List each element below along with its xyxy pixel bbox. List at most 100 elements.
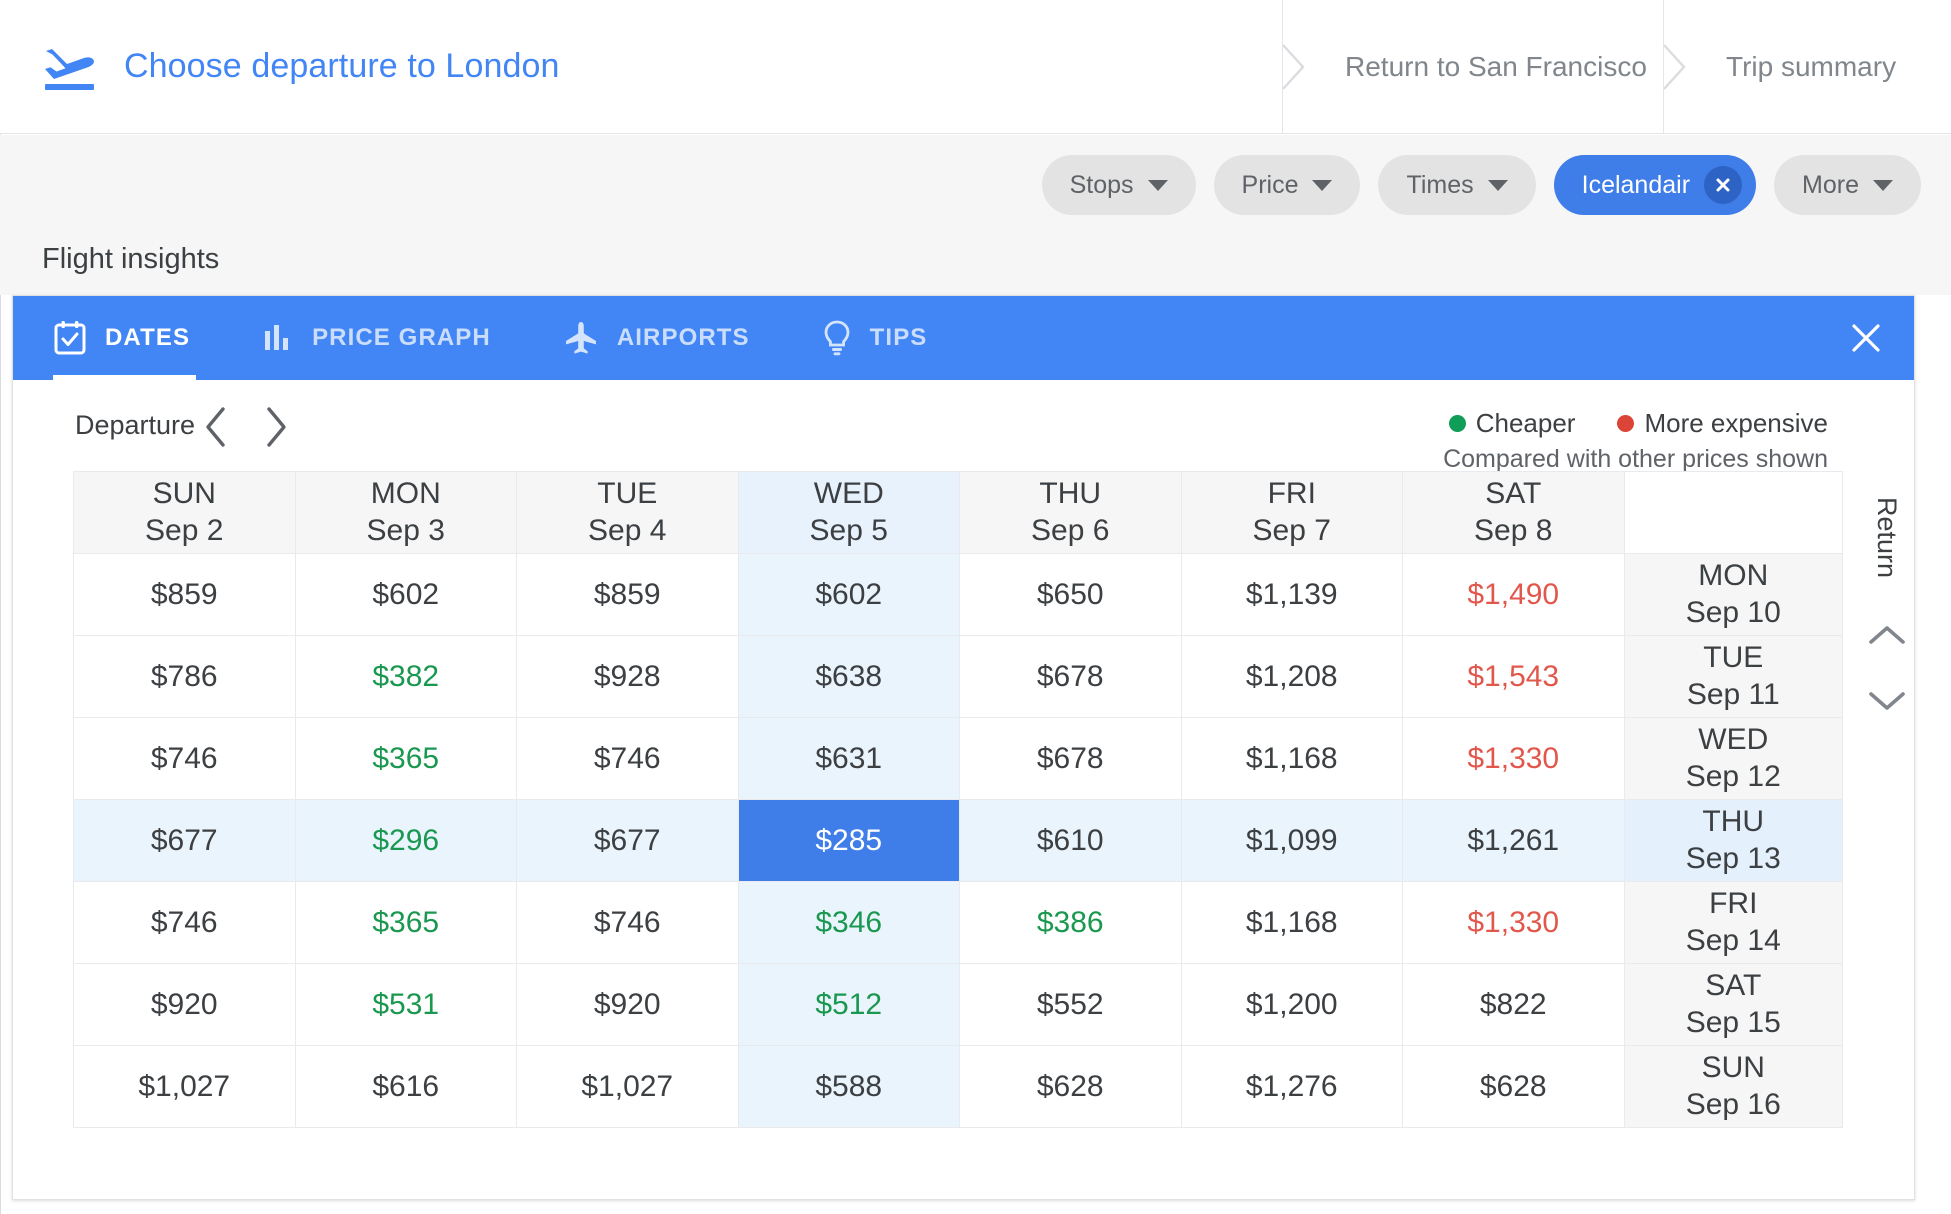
return-date-cell: FRI Sep 14 bbox=[1623, 881, 1843, 964]
price-cell[interactable]: $588 bbox=[737, 1045, 960, 1128]
price-cell[interactable]: $346 bbox=[737, 881, 960, 964]
next-week-button[interactable] bbox=[249, 400, 303, 454]
price-cell[interactable]: $746 bbox=[73, 881, 296, 964]
price-cell[interactable]: $650 bbox=[959, 553, 1182, 636]
filter-chip-price[interactable]: Price bbox=[1213, 155, 1361, 215]
price-cell[interactable]: $382 bbox=[294, 635, 517, 718]
price-cell[interactable]: $285 bbox=[737, 799, 960, 882]
column-header-fri: FRI Sep 7 bbox=[1180, 471, 1403, 554]
lightbulb-icon bbox=[822, 320, 852, 356]
price-cell[interactable]: $678 bbox=[959, 717, 1182, 800]
price-cell[interactable]: $531 bbox=[294, 963, 517, 1046]
price-cell[interactable]: $296 bbox=[294, 799, 517, 882]
price-cell[interactable]: $746 bbox=[516, 881, 739, 964]
return-date-date: Sep 16 bbox=[1685, 1087, 1781, 1121]
return-date-date: Sep 14 bbox=[1685, 923, 1781, 957]
legend-cheaper-label: Cheaper bbox=[1475, 408, 1576, 438]
price-cell[interactable]: $920 bbox=[73, 963, 296, 1046]
breadcrumb-active-label: Choose departure to London bbox=[124, 47, 560, 85]
price-cell[interactable]: $1,200 bbox=[1180, 963, 1403, 1046]
filter-chip-times[interactable]: Times bbox=[1378, 155, 1536, 215]
price-cell[interactable]: $552 bbox=[959, 963, 1182, 1046]
price-matrix-head: SUN Sep 2 MON Sep 3 TUE Sep 4 WED Sep 5 THU Sep 6… bbox=[73, 471, 1843, 554]
price-cell[interactable]: $1,276 bbox=[1180, 1045, 1403, 1128]
price-cell[interactable]: $628 bbox=[1402, 1045, 1625, 1128]
price-cell[interactable]: $1,330 bbox=[1402, 881, 1625, 964]
price-cell[interactable]: $678 bbox=[959, 635, 1182, 718]
tab-dates[interactable]: DATES bbox=[13, 296, 226, 380]
return-column-corner bbox=[1623, 471, 1843, 554]
insights-title-band bbox=[0, 233, 1951, 295]
return-date-date: Sep 13 bbox=[1685, 841, 1781, 875]
tab-airports[interactable]: AIRPORTS bbox=[527, 296, 786, 380]
airplane-icon bbox=[563, 320, 599, 356]
filter-chip-more[interactable]: More bbox=[1774, 155, 1921, 215]
price-cell[interactable]: $1,139 bbox=[1180, 553, 1403, 636]
bar-chart-icon bbox=[262, 322, 294, 354]
close-icon[interactable] bbox=[1818, 296, 1914, 380]
legend-cheaper-dot bbox=[1448, 415, 1466, 432]
price-cell[interactable]: $365 bbox=[294, 717, 517, 800]
price-cell[interactable]: $638 bbox=[737, 635, 960, 718]
column-header-tue: TUE Sep 4 bbox=[516, 471, 739, 554]
return-date-cell: SUN Sep 16 bbox=[1623, 1045, 1843, 1128]
price-cell[interactable]: $822 bbox=[1402, 963, 1625, 1046]
price-cell[interactable]: $610 bbox=[959, 799, 1182, 882]
price-cell[interactable]: $1,027 bbox=[73, 1045, 296, 1128]
price-cell[interactable]: $920 bbox=[516, 963, 739, 1046]
return-date-date: Sep 10 bbox=[1685, 595, 1781, 629]
price-cell[interactable]: $1,330 bbox=[1402, 717, 1625, 800]
return-date-day: FRI bbox=[1709, 886, 1758, 920]
legend-expensive-label: More expensive bbox=[1644, 408, 1828, 438]
price-cell[interactable]: $512 bbox=[737, 963, 960, 1046]
price-cell[interactable]: $631 bbox=[737, 717, 960, 800]
price-cell[interactable]: $365 bbox=[294, 881, 517, 964]
return-scroll-up-button[interactable] bbox=[1860, 608, 1914, 662]
filter-chip-airline[interactable]: Icelandair bbox=[1553, 155, 1757, 215]
breadcrumb-step-summary[interactable]: Trip summary bbox=[1664, 0, 1951, 133]
breadcrumb-step-return[interactable]: Return to San Francisco bbox=[1283, 0, 1663, 133]
price-cell[interactable]: $746 bbox=[516, 717, 739, 800]
remove-filter-icon[interactable] bbox=[1704, 166, 1743, 204]
price-cell[interactable]: $746 bbox=[73, 717, 296, 800]
filter-chip-stops[interactable]: Stops bbox=[1041, 155, 1196, 215]
price-cell[interactable]: $1,099 bbox=[1180, 799, 1403, 882]
price-cell[interactable]: $1,208 bbox=[1180, 635, 1403, 718]
column-header-date: Sep 8 bbox=[1474, 513, 1553, 547]
column-header-day: TUE bbox=[597, 476, 658, 510]
price-cell[interactable]: $786 bbox=[73, 635, 296, 718]
chevron-down-icon bbox=[1312, 179, 1333, 191]
price-cell[interactable]: $1,027 bbox=[516, 1045, 739, 1128]
price-cell[interactable]: $1,490 bbox=[1402, 553, 1625, 636]
legend-expensive-dot bbox=[1617, 415, 1635, 432]
insights-tabbar: DATES PRICE GRAPH AIRPORTS TIPS bbox=[13, 296, 1914, 380]
price-cell[interactable]: $859 bbox=[73, 553, 296, 636]
return-date-cell: MON Sep 10 bbox=[1623, 553, 1843, 636]
price-cell[interactable]: $859 bbox=[516, 553, 739, 636]
table-row: $746 $365 $746 $346 $386 $1,168 $1,330 FRI Sep 1… bbox=[73, 881, 1843, 964]
price-cell[interactable]: $616 bbox=[294, 1045, 517, 1128]
price-cell[interactable]: $1,168 bbox=[1180, 881, 1403, 964]
tab-price-graph[interactable]: PRICE GRAPH bbox=[226, 296, 527, 380]
price-cell[interactable]: $628 bbox=[959, 1045, 1182, 1128]
prev-week-button[interactable] bbox=[189, 400, 243, 454]
price-cell[interactable]: $602 bbox=[737, 553, 960, 636]
column-header-thu: THU Sep 6 bbox=[959, 471, 1182, 554]
price-cell[interactable]: $1,168 bbox=[1180, 717, 1403, 800]
chevron-right-icon bbox=[267, 407, 286, 447]
price-cell[interactable]: $928 bbox=[516, 635, 739, 718]
table-row: $920 $531 $920 $512 $552 $1,200 $822 SAT Sep 15 bbox=[73, 963, 1843, 1046]
price-cell[interactable]: $386 bbox=[959, 881, 1182, 964]
price-cell[interactable]: $677 bbox=[516, 799, 739, 882]
return-scroll-down-button[interactable] bbox=[1860, 674, 1914, 728]
price-cell[interactable]: $1,261 bbox=[1402, 799, 1625, 882]
price-cell[interactable]: $602 bbox=[294, 553, 517, 636]
tab-tips[interactable]: TIPS bbox=[786, 296, 964, 380]
return-date-date: Sep 11 bbox=[1686, 677, 1780, 711]
breadcrumb-step-departure[interactable]: Choose departure to London bbox=[0, 0, 1282, 133]
price-cell[interactable]: $1,543 bbox=[1402, 635, 1625, 718]
column-header-day: WED bbox=[813, 476, 884, 510]
return-date-date: Sep 12 bbox=[1685, 759, 1781, 793]
return-rail: Return bbox=[1858, 471, 1916, 728]
price-cell[interactable]: $677 bbox=[73, 799, 296, 882]
